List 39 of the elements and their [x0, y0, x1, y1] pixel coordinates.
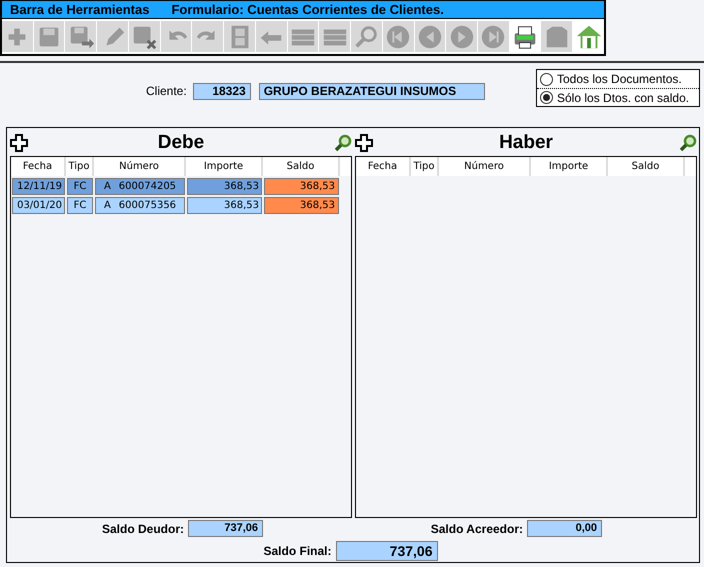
final-balance-field: 737,06: [336, 541, 438, 561]
table-cell: A 600074205: [95, 178, 185, 195]
table-cell: 368,53: [187, 178, 262, 195]
table-cell: A 600075356: [95, 197, 185, 214]
table-cell: 03/01/20: [12, 197, 65, 214]
panel-title: Haber: [498, 132, 554, 154]
add-icon[interactable]: [355, 134, 373, 152]
add-icon[interactable]: [10, 134, 28, 152]
table-cell: 368,53: [264, 197, 339, 214]
debit-field: 737,06: [188, 520, 264, 537]
filter-radio[interactable]: Todos los Documentos.: [537, 70, 699, 88]
table-cell: 12/11/19: [12, 178, 65, 195]
credit-field: 0,00: [527, 520, 602, 537]
form-title: Formulario: Cuentas Corrientes de Clientes.: [171, 2, 444, 17]
debit-label: Saldo Deudor:: [102, 522, 184, 536]
table-cell: 368,53: [264, 178, 339, 195]
column-header[interactable]: Saldo: [263, 157, 340, 176]
client-name-field[interactable]: GRUPO BERAZATEGUI INSUMOS: [258, 82, 485, 100]
credit-label: Saldo Acreedor:: [430, 522, 523, 536]
table-cell: FC: [67, 197, 93, 214]
column-header[interactable]: Saldo: [608, 157, 685, 176]
search-icon[interactable]: [334, 134, 352, 152]
column-header[interactable]: Número: [439, 157, 531, 176]
column-header[interactable]: Fecha: [11, 157, 66, 176]
panel-title: Debe: [156, 132, 206, 154]
client-label: Cliente:: [146, 84, 187, 98]
column-header[interactable]: Importe: [186, 157, 263, 176]
column-header[interactable]: Tipo: [411, 157, 439, 176]
table-cell: 368,53: [187, 197, 262, 214]
filter-radio[interactable]: Sólo los Dtos. con saldo.: [537, 88, 699, 106]
toolbar-title: Barra de Herramientas: [10, 2, 150, 17]
final-label: Saldo Final:: [263, 544, 332, 558]
column-header[interactable]: Número: [94, 157, 186, 176]
search-icon[interactable]: [679, 134, 697, 152]
column-header[interactable]: Fecha: [356, 157, 411, 176]
column-header[interactable]: Tipo: [66, 157, 94, 176]
column-header[interactable]: Importe: [531, 157, 608, 176]
client-code-field[interactable]: 18323: [192, 82, 251, 100]
table-cell: FC: [67, 178, 93, 195]
